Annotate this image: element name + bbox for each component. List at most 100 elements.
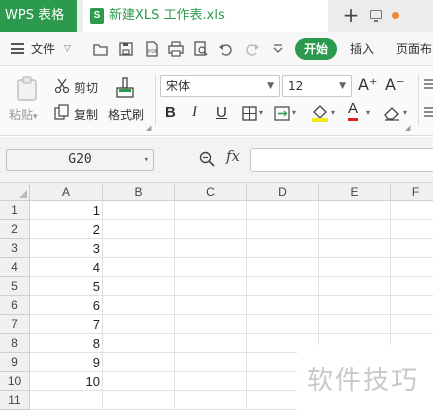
save-icon[interactable] bbox=[118, 41, 134, 57]
hamburger-menu-icon[interactable] bbox=[11, 43, 24, 54]
cell-f1[interactable] bbox=[391, 201, 433, 220]
bold-button[interactable]: B bbox=[165, 104, 176, 121]
cell-c3[interactable] bbox=[175, 239, 247, 258]
chevron-down-icon[interactable]: ▾ bbox=[259, 108, 263, 117]
customize-toolbar-icon[interactable] bbox=[270, 41, 286, 57]
font-color-button[interactable]: A bbox=[348, 100, 359, 121]
cell-c6[interactable] bbox=[175, 296, 247, 315]
format-painter-button[interactable]: 格式刷 bbox=[108, 106, 144, 123]
cell-c8[interactable] bbox=[175, 334, 247, 353]
cell-e5[interactable] bbox=[319, 277, 391, 296]
cell-f3[interactable] bbox=[391, 239, 433, 258]
row-header-3[interactable]: 3 bbox=[0, 239, 30, 258]
chevron-down-icon[interactable]: ▾ bbox=[331, 108, 335, 117]
cell-b4[interactable] bbox=[103, 258, 175, 277]
cell-e6[interactable] bbox=[319, 296, 391, 315]
clipboard-dialog-launcher-icon[interactable]: ◢ bbox=[146, 124, 151, 132]
row-header-8[interactable]: 8 bbox=[0, 334, 30, 353]
chevron-down-icon[interactable]: ▽ bbox=[64, 44, 71, 54]
print-preview-icon[interactable] bbox=[193, 41, 209, 57]
row-header-4[interactable]: 4 bbox=[0, 258, 30, 277]
wps-app-tab[interactable]: WPS 表格 bbox=[0, 0, 77, 32]
column-header-f[interactable]: F bbox=[391, 183, 433, 201]
monitor-icon[interactable] bbox=[370, 10, 382, 22]
increase-font-size-button[interactable]: A⁺ bbox=[358, 75, 377, 94]
fill-color-icon[interactable] bbox=[311, 104, 329, 122]
select-all-corner[interactable] bbox=[0, 183, 30, 201]
underline-button[interactable]: U bbox=[216, 104, 227, 121]
copy-button[interactable]: 复制 bbox=[74, 106, 98, 123]
row-header-7[interactable]: 7 bbox=[0, 315, 30, 334]
cell-b10[interactable] bbox=[103, 372, 175, 391]
export-pdf-icon[interactable]: PDF bbox=[144, 41, 160, 57]
redo-icon[interactable] bbox=[244, 41, 260, 57]
cell-b1[interactable] bbox=[103, 201, 175, 220]
cell-d6[interactable] bbox=[247, 296, 319, 315]
column-header-a[interactable]: A bbox=[30, 183, 103, 201]
format-painter-icon[interactable] bbox=[115, 76, 137, 100]
cell-c9[interactable] bbox=[175, 353, 247, 372]
cell-c10[interactable] bbox=[175, 372, 247, 391]
zoom-search-icon[interactable] bbox=[199, 151, 215, 167]
row-header-9[interactable]: 9 bbox=[0, 353, 30, 372]
paste-button-label[interactable]: 粘贴▾ bbox=[9, 106, 38, 123]
cell-b9[interactable] bbox=[103, 353, 175, 372]
cell-d3[interactable] bbox=[247, 239, 319, 258]
copy-icon[interactable] bbox=[54, 104, 70, 120]
cell-c4[interactable] bbox=[175, 258, 247, 277]
undo-icon[interactable] bbox=[218, 41, 234, 57]
new-tab-button[interactable]: + bbox=[336, 0, 366, 32]
column-header-c[interactable]: C bbox=[175, 183, 247, 201]
italic-button[interactable]: I bbox=[192, 104, 197, 121]
cell-b3[interactable] bbox=[103, 239, 175, 258]
align-icon[interactable] bbox=[424, 106, 433, 120]
cell-b5[interactable] bbox=[103, 277, 175, 296]
cell-b8[interactable] bbox=[103, 334, 175, 353]
formula-input[interactable] bbox=[250, 148, 433, 172]
row-header-2[interactable]: 2 bbox=[0, 220, 30, 239]
cell-c7[interactable] bbox=[175, 315, 247, 334]
chevron-down-icon[interactable]: ▾ bbox=[292, 108, 296, 117]
align-icon[interactable] bbox=[424, 78, 433, 92]
cell-e2[interactable] bbox=[319, 220, 391, 239]
cell-e7[interactable] bbox=[319, 315, 391, 334]
row-header-11[interactable]: 11 bbox=[0, 391, 30, 410]
column-header-d[interactable]: D bbox=[247, 183, 319, 201]
cell-d5[interactable] bbox=[247, 277, 319, 296]
insert-function-button[interactable]: fx bbox=[226, 147, 240, 165]
tab-start[interactable]: 开始 bbox=[295, 38, 337, 60]
chevron-down-icon[interactable]: ▾ bbox=[403, 108, 407, 117]
cell-c11[interactable] bbox=[175, 391, 247, 410]
cell-f6[interactable] bbox=[391, 296, 433, 315]
cell-b11[interactable] bbox=[103, 391, 175, 410]
cell-b6[interactable] bbox=[103, 296, 175, 315]
print-icon[interactable] bbox=[168, 41, 184, 57]
cell-b7[interactable] bbox=[103, 315, 175, 334]
menu-file[interactable]: 文件 bbox=[31, 32, 55, 66]
column-header-b[interactable]: B bbox=[103, 183, 175, 201]
row-header-6[interactable]: 6 bbox=[0, 296, 30, 315]
cell-c5[interactable] bbox=[175, 277, 247, 296]
row-header-5[interactable]: 5 bbox=[0, 277, 30, 296]
borders-icon[interactable] bbox=[242, 106, 257, 121]
cell-f4[interactable] bbox=[391, 258, 433, 277]
cell-d2[interactable] bbox=[247, 220, 319, 239]
cell-b2[interactable] bbox=[103, 220, 175, 239]
decrease-font-size-button[interactable]: A⁻ bbox=[385, 75, 404, 94]
cell-c2[interactable] bbox=[175, 220, 247, 239]
open-folder-icon[interactable] bbox=[93, 41, 109, 57]
paste-icon[interactable] bbox=[16, 76, 38, 102]
merge-cells-icon[interactable] bbox=[274, 106, 290, 121]
cell-d7[interactable] bbox=[247, 315, 319, 334]
row-header-1[interactable]: 1 bbox=[0, 201, 30, 220]
eraser-icon[interactable] bbox=[383, 105, 401, 121]
cut-button[interactable]: 剪切 bbox=[74, 79, 98, 96]
tab-insert[interactable]: 插入 bbox=[350, 32, 374, 66]
cell-e1[interactable] bbox=[319, 201, 391, 220]
font-size-select[interactable]: 12 ▼ bbox=[282, 75, 352, 97]
cell-e4[interactable] bbox=[319, 258, 391, 277]
cell-f7[interactable] bbox=[391, 315, 433, 334]
chevron-down-icon[interactable]: ▾ bbox=[366, 108, 370, 117]
font-dialog-launcher-icon[interactable]: ◢ bbox=[405, 124, 410, 132]
document-tab[interactable]: S 新建XLS 工作表.xls bbox=[83, 0, 399, 32]
